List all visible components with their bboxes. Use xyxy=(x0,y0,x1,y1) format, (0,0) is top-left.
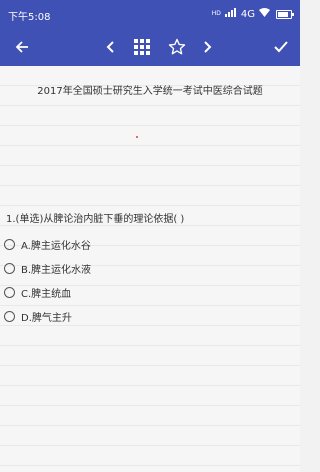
next-question-button[interactable] xyxy=(198,28,218,66)
status-icons: HD 4G xyxy=(211,8,294,20)
previous-question-button[interactable] xyxy=(100,28,120,66)
question-grid-button[interactable] xyxy=(131,28,153,66)
chevron-left-icon xyxy=(106,41,114,53)
radio-icon[interactable] xyxy=(4,238,15,250)
back-button[interactable] xyxy=(10,28,34,66)
check-icon xyxy=(274,41,288,53)
exam-content: 2017年全国硕士研究生入学统一考试中医综合试题 1.(单选)从脾论治内脏下垂的… xyxy=(0,66,300,472)
submit-button[interactable] xyxy=(270,28,292,66)
option-label: B.脾主运化水液 xyxy=(21,264,92,276)
wifi-icon xyxy=(259,8,270,20)
network-type: 4G xyxy=(240,8,255,20)
chevron-right-icon xyxy=(204,41,212,53)
option-label: A.脾主运化水谷 xyxy=(21,240,91,252)
star-icon xyxy=(168,38,186,55)
toolbar xyxy=(0,28,300,66)
option-d[interactable]: D.脾气主升 xyxy=(4,304,91,328)
option-label: C.脾主统血 xyxy=(21,288,72,300)
battery-fill xyxy=(278,11,288,17)
exam-title: 2017年全国硕士研究生入学统一考试中医综合试题 xyxy=(37,86,263,97)
status-bar: 下午5:08 HD 4G xyxy=(0,0,300,28)
option-c[interactable]: C.脾主统血 xyxy=(4,280,91,304)
status-time: 下午5:08 xyxy=(8,12,51,23)
option-b[interactable]: B.脾主运化水液 xyxy=(4,256,91,280)
battery-icon xyxy=(276,9,294,19)
radio-icon[interactable] xyxy=(4,310,15,322)
option-label: D.脾气主升 xyxy=(21,312,72,324)
options-list: A.脾主运化水谷 B.脾主运化水液 C.脾主统血 D.脾气主升 xyxy=(4,232,91,328)
option-a[interactable]: A.脾主运化水谷 xyxy=(4,232,91,256)
signal-icon xyxy=(224,8,237,20)
signal-label: HD xyxy=(211,10,221,17)
grid-icon xyxy=(134,39,150,55)
marker-dot xyxy=(136,136,138,138)
arrow-left-icon xyxy=(15,41,28,53)
radio-icon[interactable] xyxy=(4,286,15,298)
question-text: 1.(单选)从脾论治内脏下垂的理论依据( ) xyxy=(6,214,185,225)
radio-icon[interactable] xyxy=(4,262,15,274)
favorite-button[interactable] xyxy=(165,28,189,66)
